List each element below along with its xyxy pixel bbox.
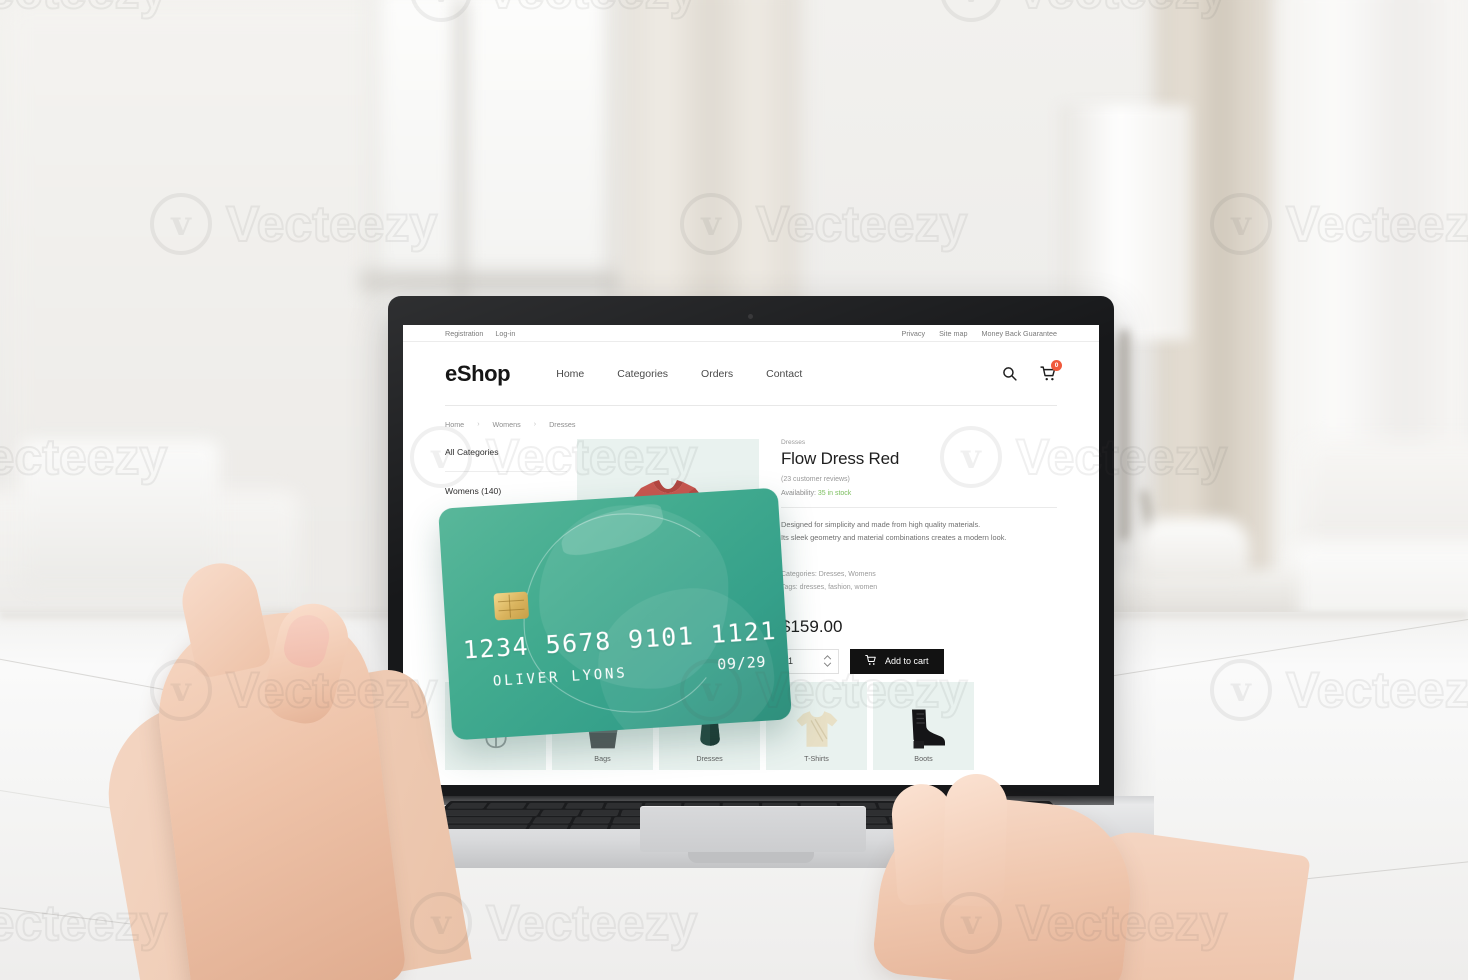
breadcrumb: Home › Womens › Dresses <box>403 406 1099 429</box>
shopping-cart-icon[interactable]: 0 <box>1040 360 1062 382</box>
link-site-map[interactable]: Site map <box>939 329 967 338</box>
link-login[interactable]: Log-in <box>495 329 515 338</box>
card-expiry: 09/29 <box>716 652 767 674</box>
product-description: Designed for simplicity and made from hi… <box>781 519 1057 545</box>
nav-item-contact[interactable]: Contact <box>766 368 802 380</box>
breadcrumb-item-womens[interactable]: Womens <box>493 420 521 429</box>
laptop-lid-notch <box>688 852 814 863</box>
product-availability: Availability: 35 in stock <box>781 490 1057 497</box>
product-reviews[interactable]: (23 customer reviews) <box>781 476 1057 483</box>
add-to-cart-label: Add to cart <box>885 656 929 667</box>
header-icons: 0 <box>1001 360 1062 382</box>
link-money-back-guarantee[interactable]: Money Back Guarantee <box>981 329 1057 338</box>
quantity-value: 1 <box>788 656 794 667</box>
breadcrumb-item-home[interactable]: Home <box>445 420 464 429</box>
link-privacy[interactable]: Privacy <box>902 329 926 338</box>
webcam <box>748 314 753 319</box>
nav-item-home[interactable]: Home <box>556 368 584 380</box>
chevron-right-icon: › <box>477 421 480 428</box>
cart-icon <box>865 654 877 668</box>
emv-chip-icon <box>493 591 530 621</box>
nav-item-categories[interactable]: Categories <box>617 368 668 380</box>
thumbnail-label: Boots <box>914 753 933 763</box>
thumbnail-label: T-Shirts <box>804 753 829 763</box>
add-to-cart-button[interactable]: Add to cart <box>850 648 944 674</box>
nav-item-orders[interactable]: Orders <box>701 368 733 380</box>
utility-bar-right: Privacy Site map Money Back Guarantee <box>888 329 1057 338</box>
thumbnail-boots[interactable]: Boots <box>873 681 974 770</box>
details-divider <box>781 507 1057 508</box>
right-middle-finger <box>941 772 1009 908</box>
product-category: Dresses <box>781 439 806 446</box>
product-description-line-2: Its sleek geometry and material combinat… <box>781 532 1007 542</box>
chevron-down-icon <box>823 662 832 668</box>
left-hand <box>147 555 440 980</box>
thumbnail-label: Dresses <box>696 753 723 763</box>
product-categories: Categories: Dresses, Womens <box>781 570 876 578</box>
availability-label: Availability: <box>781 490 816 497</box>
stepper-arrows[interactable] <box>823 655 832 668</box>
product-meta: Categories: Dresses, Womens Tags: dresse… <box>781 569 1057 595</box>
main-nav: Home Categories Orders Contact <box>556 368 835 380</box>
quantity-stepper[interactable]: 1 <box>781 648 839 674</box>
cart-count-badge: 0 <box>1051 360 1062 371</box>
laptop-trackpad[interactable] <box>640 806 866 852</box>
site-logo[interactable]: eShop <box>445 361 511 387</box>
chevron-right-icon: › <box>533 421 537 428</box>
sidebar-item-all-categories[interactable]: All Categories <box>445 439 567 472</box>
credit-card: 1234 5678 9101 1121 OLIVER LYONS 09/29 <box>438 487 792 741</box>
chevron-up-icon <box>823 655 832 660</box>
purchase-controls: 1 Add to cart <box>781 648 1057 674</box>
product-price: $159.00 <box>781 616 843 636</box>
boot-icon <box>873 692 974 750</box>
right-hand <box>860 770 1311 980</box>
window-sill <box>360 270 625 292</box>
utility-bar: Registration Log-in Privacy Site map Mon… <box>403 325 1099 342</box>
product-description-line-1: Designed for simplicity and made from hi… <box>781 520 981 529</box>
link-registration[interactable]: Registration <box>445 329 483 338</box>
window-mullion <box>455 0 467 300</box>
breadcrumb-item-dresses[interactable]: Dresses <box>549 420 575 429</box>
product-details: Dresses Flow Dress Red (23 customer revi… <box>759 439 1057 674</box>
search-icon[interactable] <box>1001 365 1018 382</box>
availability-value: 35 in stock <box>817 490 852 497</box>
product-title: Flow Dress Red <box>781 449 900 468</box>
product-tags: Tags: dresses, fashion, women <box>781 583 878 591</box>
thumbnail-label: Bags <box>594 753 611 763</box>
site-header: eShop Home Categories Orders Contact 0 <box>403 342 1099 405</box>
